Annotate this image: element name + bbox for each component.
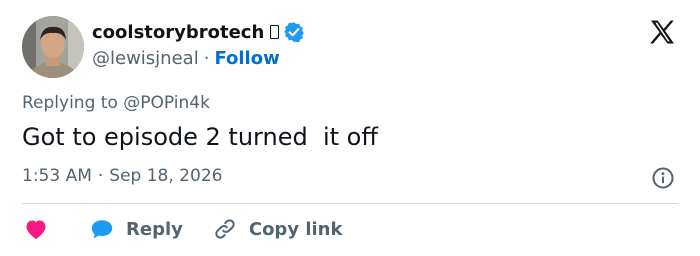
- reply-button[interactable]: Reply: [90, 218, 183, 240]
- replying-to: Replying to @POPin4k: [22, 93, 210, 113]
- tweet-time[interactable]: 1:53 AM: [22, 166, 92, 186]
- x-logo-icon[interactable]: [648, 18, 676, 46]
- display-name-row[interactable]: coolstorybrotech: [92, 21, 305, 43]
- timestamp-separator: ·: [97, 166, 104, 186]
- missing-glyph-icon: [270, 25, 280, 39]
- copy-link-label: Copy link: [248, 218, 343, 240]
- display-name[interactable]: coolstorybrotech: [92, 22, 264, 43]
- copy-link-button[interactable]: Copy link: [213, 217, 343, 241]
- heart-icon[interactable]: [24, 218, 48, 240]
- verified-badge-icon: [284, 22, 305, 43]
- tweet-date[interactable]: Sep 18, 2026: [109, 166, 222, 186]
- handle-separator: ·: [203, 48, 210, 69]
- tweet-card: coolstorybrotech @lewisjneal · Follow Repl…: [0, 0, 700, 256]
- avatar[interactable]: [22, 16, 84, 78]
- tweet-text: Got to episode 2 turned it off: [22, 123, 378, 151]
- divider: [22, 203, 678, 204]
- timestamp[interactable]: 1:53 AM · Sep 18, 2026: [22, 166, 222, 186]
- link-icon: [215, 219, 235, 239]
- replying-to-prefix: Replying to: [22, 93, 118, 113]
- action-bar: Reply Copy link: [22, 215, 342, 243]
- reply-bubble-icon: [91, 220, 113, 239]
- handle-line: @lewisjneal · Follow: [92, 48, 280, 69]
- reply-label: Reply: [126, 218, 183, 240]
- info-icon[interactable]: [651, 166, 675, 190]
- reply-mention[interactable]: @POPin4k: [123, 93, 210, 113]
- like-button[interactable]: [22, 218, 48, 240]
- follow-button[interactable]: Follow: [214, 48, 279, 69]
- handle[interactable]: @lewisjneal: [92, 48, 199, 69]
